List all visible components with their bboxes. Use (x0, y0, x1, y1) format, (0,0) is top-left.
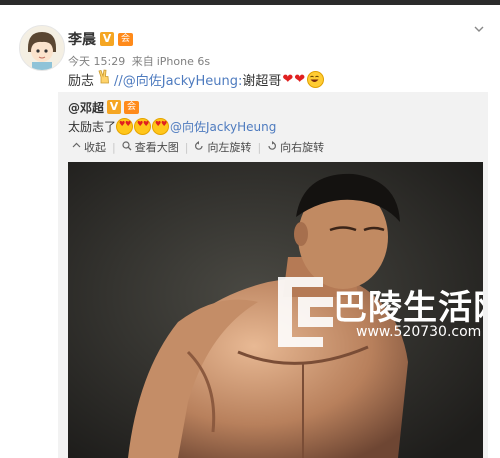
source-prefix: 来自 (131, 55, 154, 68)
toolbar-divider: | (184, 140, 189, 154)
post-meta: 今天 15:29 来自 iPhone 6s (68, 53, 213, 69)
post-time[interactable]: 今天 15:29 (68, 55, 125, 68)
repost-text: 太励志了 @向佐JackyHeung (68, 117, 276, 135)
heart-icon: ❤ (282, 71, 294, 87)
verified-badge-icon[interactable]: V (100, 32, 114, 46)
heart-eyes-emoji-icon (116, 117, 134, 135)
heart-eyes-emoji-icon (152, 117, 170, 135)
rotate-right-button[interactable]: 向右旋转 (267, 139, 324, 155)
view-large-label: 查看大图 (134, 141, 179, 154)
member-badge-icon[interactable]: 会 (118, 32, 133, 46)
source-device[interactable]: iPhone 6s (157, 55, 210, 68)
collapse-button[interactable]: 收起 (72, 139, 106, 155)
collapse-icon (72, 141, 81, 153)
rotate-right-label: 向右旋转 (280, 141, 325, 154)
victory-hand-icon (97, 69, 111, 89)
username[interactable]: 李晨 (68, 29, 96, 49)
post-photo[interactable]: 巴陵生活网 www.520730.com (68, 162, 483, 458)
view-large-button[interactable]: 查看大图 (122, 139, 179, 155)
mention-link[interactable]: //@向佐JackyHeung: (114, 70, 242, 89)
magnifier-icon (122, 140, 132, 154)
repost-mention-link[interactable]: @向佐JackyHeung (170, 118, 276, 135)
repost-text-body: 太励志了 (68, 119, 117, 134)
rotate-left-icon (194, 140, 204, 154)
post-text: 励志 //@向佐JackyHeung: 谢超哥 ❤ ❤ (68, 69, 325, 89)
rotate-left-button[interactable]: 向左旋转 (194, 139, 251, 155)
collapse-label: 收起 (84, 141, 106, 154)
post-text-start: 励志 (68, 73, 95, 89)
repost-username[interactable]: @邓超 (68, 99, 104, 116)
weibo-post: 李晨 V 会 今天 15:29 来自 iPhone 6s 励志 //@向佐Jack… (0, 5, 500, 458)
toolbar-divider: | (257, 140, 262, 154)
heart-eyes-emoji-icon (134, 117, 152, 135)
post-text-after: 谢超哥 (242, 73, 282, 89)
rotate-left-label: 向左旋转 (207, 141, 252, 154)
rotate-right-icon (267, 140, 277, 154)
laughing-emoji-icon (307, 70, 325, 88)
avatar-illustration (20, 26, 64, 70)
watermark-url: www.520730.com (356, 324, 482, 340)
user-row: 李晨 V 会 (68, 29, 133, 49)
avatar[interactable] (19, 25, 65, 71)
member-badge-icon[interactable]: 会 (124, 100, 140, 114)
heart-icon: ❤ (294, 71, 306, 87)
toolbar-divider: | (112, 140, 116, 154)
repost-user-row: @邓超 V 会 (68, 98, 140, 116)
image-toolbar: 收起 | 查看大图 | 向左旋转 | 向右旋转 (72, 139, 324, 155)
watermark-brand: 巴陵生活网 (333, 288, 483, 328)
verified-badge-icon[interactable]: V (107, 100, 122, 114)
repost-card: @邓超 V 会 太励志了 @向佐JackyHeung 收起 | (58, 92, 488, 458)
chevron-down-icon[interactable] (472, 23, 486, 37)
